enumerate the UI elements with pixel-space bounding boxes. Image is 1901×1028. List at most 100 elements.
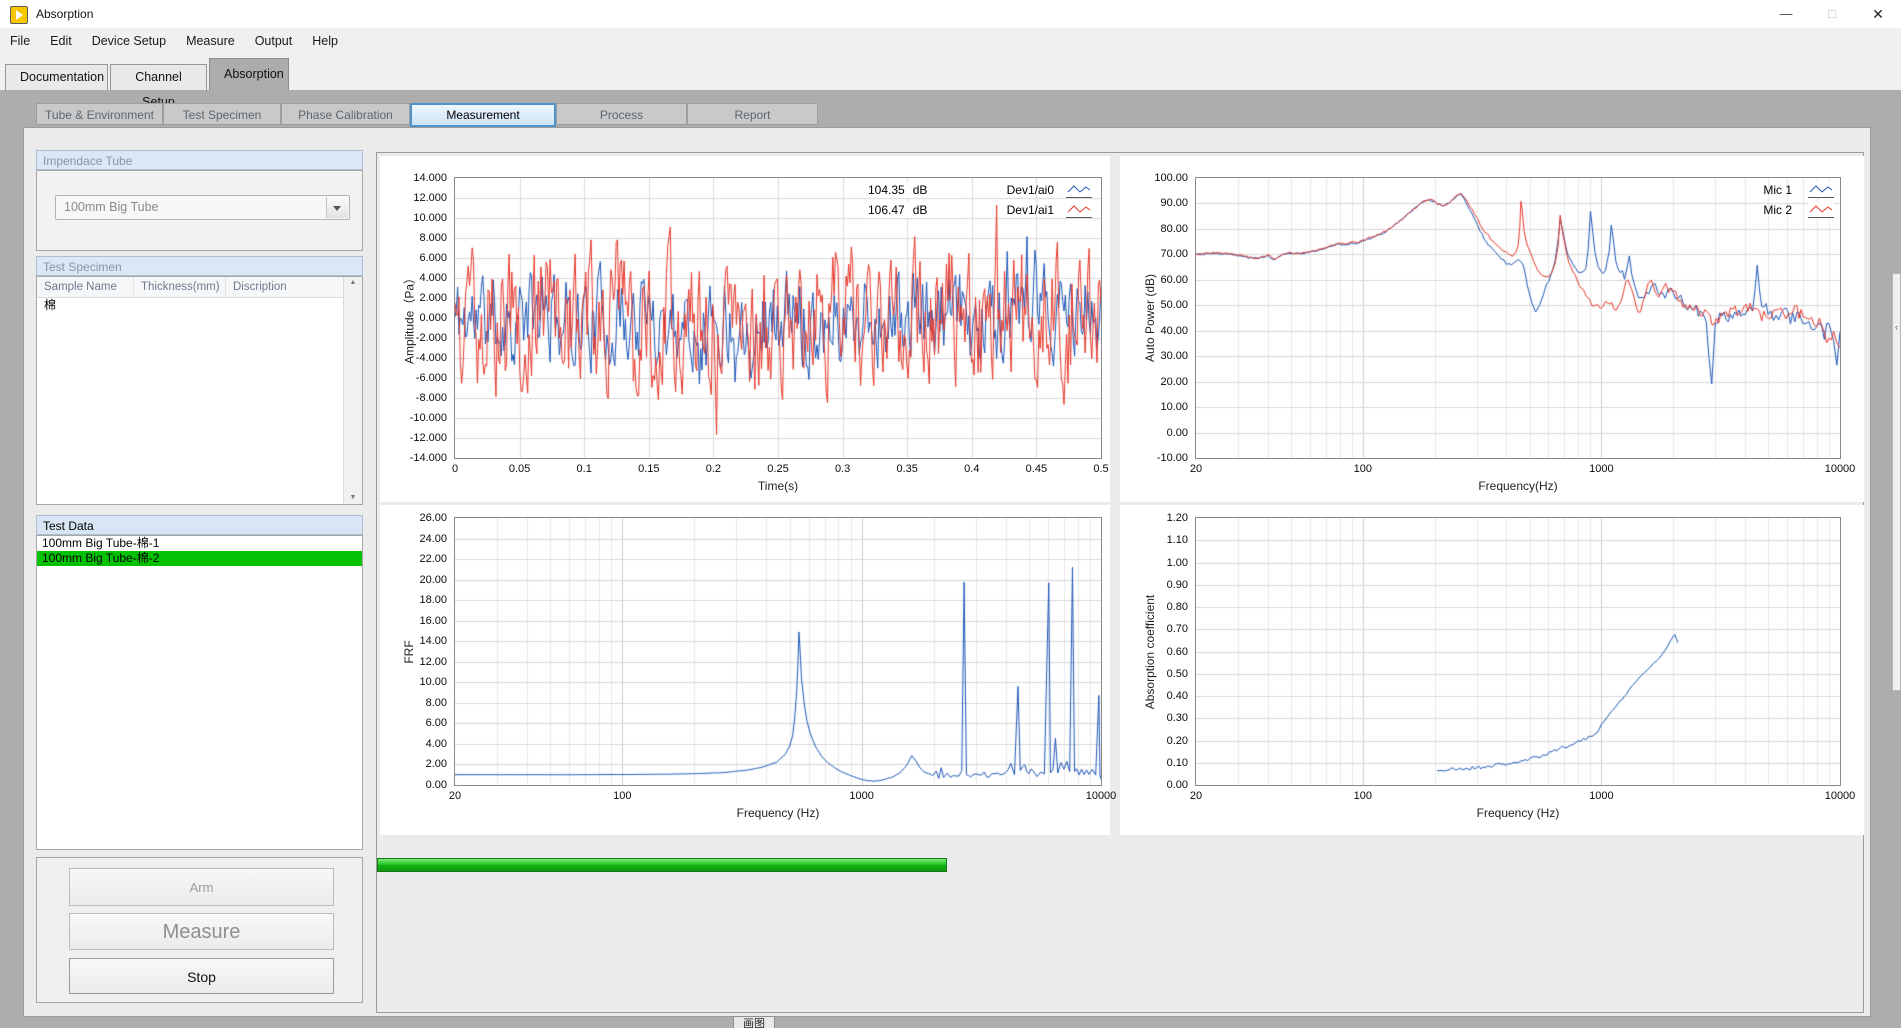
y-tick: 14.000 [380,172,447,184]
column-header-sample-name: Sample Name [37,277,134,297]
y-tick: 0.40 [1120,690,1188,702]
x-tick: 1000 [832,790,892,802]
column-header-discription: Discription [226,277,344,297]
close-button[interactable]: ✕ [1855,0,1901,28]
readout-unit: dB [913,203,928,217]
bottom-tab[interactable]: 画图 [733,1016,775,1028]
x-axis-label: Time(s) [678,479,878,493]
dropdown-arrow-button[interactable] [326,197,348,218]
y-tick: 20.00 [380,574,447,586]
y-tick: 0.90 [1120,579,1188,591]
side-scrollbar[interactable]: ‹ [1892,273,1901,691]
legend-plot-icon[interactable] [1808,202,1834,218]
menu-item-file[interactable]: File [0,28,40,54]
plot-canvas [1196,178,1840,458]
readout-unit: dB [913,183,928,197]
y-tick: 1.20 [1120,512,1188,524]
y-tick: 0.20 [1120,735,1188,747]
x-tick: 0.3 [813,463,873,475]
plot-canvas [1196,518,1840,785]
menu-item-measure[interactable]: Measure [176,28,245,54]
specimen-table-scrollbar[interactable]: ▲ ▼ [343,277,362,504]
scroll-up-icon[interactable]: ▲ [344,277,362,289]
sub-tab-bar: Tube & EnvironmentTest SpecimenPhase Cal… [36,103,818,127]
y-tick: 22.00 [380,553,447,565]
y-tick: 0.10 [1120,757,1188,769]
x-tick: 0 [425,463,485,475]
y-tick: 18.00 [380,594,447,606]
y-tick: 60.00 [1120,274,1188,286]
y-tick: 6.000 [380,252,447,264]
y-tick: 2.000 [380,292,447,304]
y-tick: 8.000 [380,232,447,244]
x-tick: 0.2 [683,463,743,475]
subtab-measurement[interactable]: Measurement [410,103,556,127]
y-tick: -10.000 [380,412,447,424]
legend-plot-icon[interactable] [1808,182,1834,198]
x-tick: 0.05 [490,463,550,475]
legend-plot-icon[interactable] [1066,182,1092,198]
app-icon [10,6,28,24]
y-axis-label: Auto Power (dB) [1143,274,1157,362]
list-item[interactable]: 100mm Big Tube-棉-2 [37,551,362,566]
list-item[interactable]: 100mm Big Tube-棉-1 [37,536,362,551]
y-tick: 40.00 [1120,325,1188,337]
tube-select[interactable]: 100mm Big Tube [55,195,350,220]
arm-button[interactable]: Arm [69,868,334,906]
subtab-report[interactable]: Report [687,103,818,125]
play-arrow-icon [16,10,23,20]
x-tick: 100 [592,790,652,802]
legend-plot-icon[interactable] [1066,202,1092,218]
y-tick: 1.10 [1120,534,1188,546]
chart-frf: FRF26.0024.0022.0020.0018.0016.0014.0012… [380,505,1110,835]
tube-select-value: 100mm Big Tube [64,196,159,219]
x-tick: 100 [1333,463,1393,475]
x-axis-label: Frequency (Hz) [1418,806,1618,820]
y-tick: -6.000 [380,372,447,384]
subtab-test-specimen[interactable]: Test Specimen [163,103,281,125]
y-tick: -4.000 [380,352,447,364]
window-title: Absorption [36,0,93,28]
y-tick: 16.00 [380,615,447,627]
cursor-readout: 106.47 dB [868,202,960,218]
menu-item-output[interactable]: Output [245,28,303,54]
plot-canvas [455,518,1101,785]
tab-absorption[interactable]: Absorption [209,58,289,90]
chart-auto-power: Auto Power (dB)100.0090.0080.0070.0060.0… [1120,156,1864,502]
y-tick: 70.00 [1120,248,1188,260]
x-tick: 0.35 [877,463,937,475]
subtab-process[interactable]: Process [556,103,687,125]
x-tick: 100 [1333,790,1393,802]
y-tick: 10.00 [1120,401,1188,413]
y-tick: 10.000 [380,212,447,224]
stop-button[interactable]: Stop [69,958,334,994]
y-tick: -2.000 [380,332,447,344]
x-tick: 20 [1166,463,1226,475]
main-tab-bar: DocumentationChannel SetupAbsorption [0,54,1901,90]
x-tick: 10000 [1810,463,1870,475]
x-tick: 0.25 [748,463,808,475]
x-tick: 10000 [1810,790,1870,802]
legend-label: Dev1/ai0 [978,183,1054,197]
menu-item-edit[interactable]: Edit [40,28,82,54]
menu-item-device-setup[interactable]: Device Setup [82,28,176,54]
menu-item-help[interactable]: Help [302,28,348,54]
x-tick: 20 [1166,790,1226,802]
tab-channel-setup[interactable]: Channel Setup [110,64,207,90]
x-tick: 0.1 [554,463,614,475]
cursor-readout: 104.35dB [868,182,960,198]
maximize-button[interactable]: □ [1809,0,1855,28]
minimize-button[interactable]: — [1763,0,1809,28]
subtab-phase-calibration[interactable]: Phase Calibration [281,103,410,125]
tab-documentation[interactable]: Documentation [5,64,108,90]
chevron-down-icon [333,206,341,211]
subtab-tube-environment[interactable]: Tube & Environment [36,103,163,125]
y-tick: 6.00 [380,717,447,729]
table-row[interactable]: 棉 [37,297,344,313]
scroll-down-icon[interactable]: ▼ [344,492,362,504]
x-tick: 0.4 [942,463,1002,475]
y-tick: 8.00 [380,697,447,709]
test-data-list: 100mm Big Tube-棉-1100mm Big Tube-棉-2 [36,535,363,850]
measure-button[interactable]: Measure [69,913,334,950]
readout-value: 106.47 [868,203,905,217]
